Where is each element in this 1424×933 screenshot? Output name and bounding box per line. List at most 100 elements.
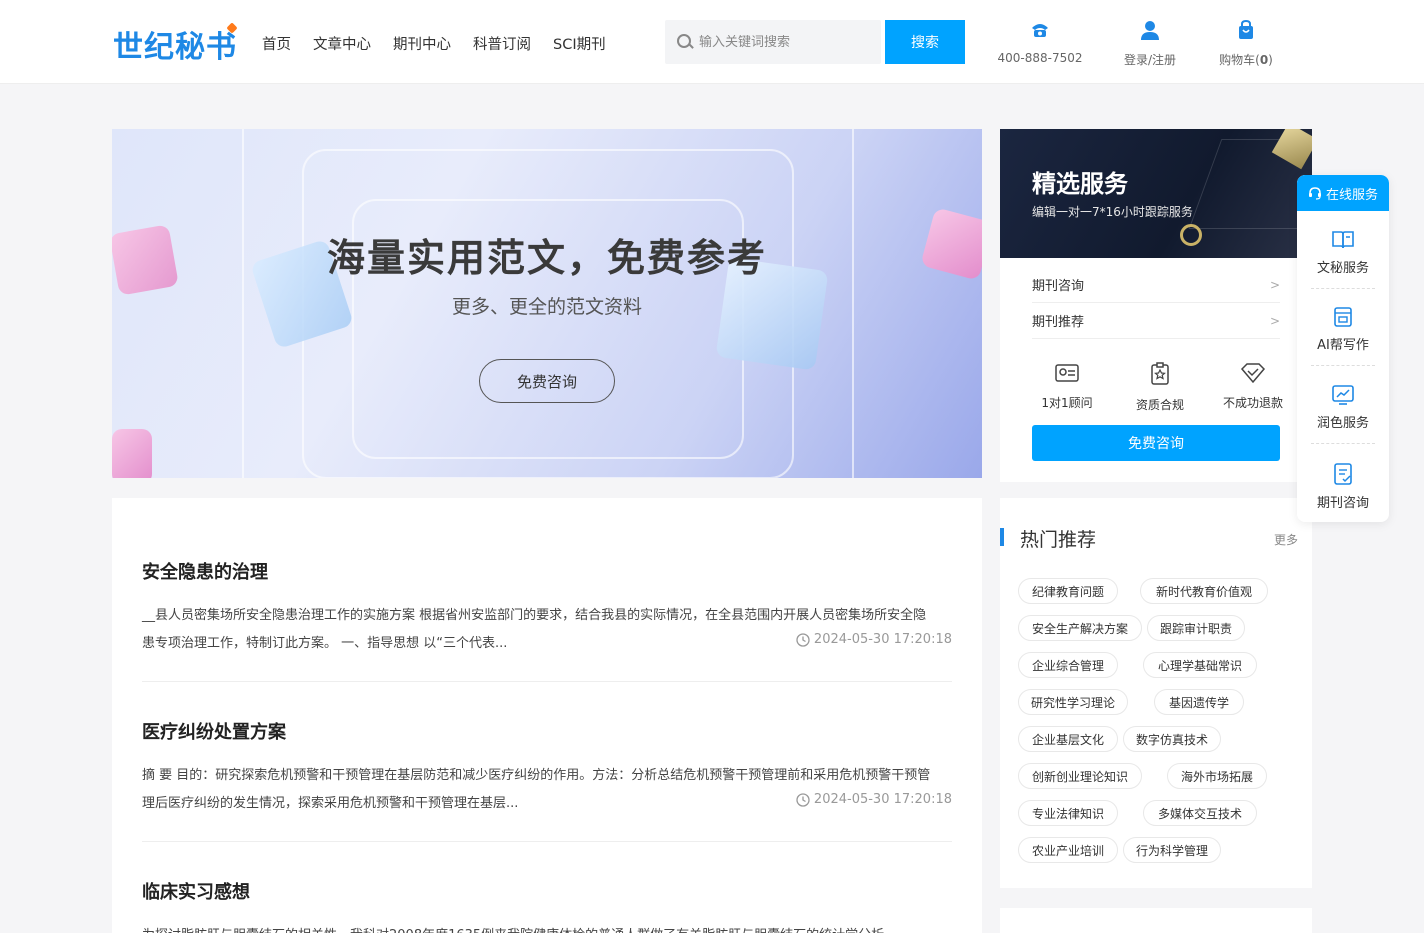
clock-icon <box>796 632 810 647</box>
site-logo[interactable]: 世纪秘书 <box>113 22 237 66</box>
tag[interactable]: 基因遗传学 <box>1154 689 1244 715</box>
service-features: 1对1顾问 资质合规 不成功退款 <box>1032 362 1288 413</box>
online-service-button[interactable]: 在线服务 <box>1297 175 1389 211</box>
banner-consult-button[interactable]: 免费咨询 <box>479 359 615 403</box>
certificate-icon <box>1151 362 1169 385</box>
checklist-icon <box>1334 463 1352 485</box>
chart-monitor-icon <box>1332 385 1354 405</box>
tag[interactable]: 企业综合管理 <box>1018 652 1118 678</box>
section-accent-bar <box>1000 528 1004 546</box>
float-divider <box>1311 288 1375 289</box>
hot-title: 热门推荐 <box>1020 529 1097 551</box>
nav-articles[interactable]: 文章中心 <box>313 33 371 54</box>
banner-title: 海量实用范文，免费参考 <box>326 236 767 280</box>
cart-count: 0 <box>1259 53 1269 67</box>
main-nav: 首页 文章中心 期刊中心 科普订阅 SCI期刊 <box>262 33 628 54</box>
service-header: 精选服务 编辑一对一7*16小时跟踪服务 <box>1000 129 1312 258</box>
chevron-right-icon: > <box>1269 313 1280 328</box>
tag[interactable]: 企业基层文化 <box>1018 726 1118 752</box>
feature-refund: 不成功退款 <box>1218 362 1288 413</box>
phone-icon <box>1032 24 1048 37</box>
headset-icon <box>1308 187 1321 200</box>
login-label: 登录/注册 <box>1123 53 1177 67</box>
article-item[interactable]: 临床实习感想 为探讨脂肪肝与胆囊结石的相关性，我科对2008年度1635例来我院… <box>142 878 952 933</box>
nav-sci[interactable]: SCI期刊 <box>553 33 606 54</box>
tag[interactable]: 跟踪审计职责 <box>1147 615 1245 641</box>
cart-label: 购物车(0) <box>1210 51 1282 68</box>
float-item-polish[interactable]: 润色服务 <box>1309 384 1377 431</box>
float-item-label: 文秘服务 <box>1316 261 1369 276</box>
article-title[interactable]: 临床实习感想 <box>142 878 952 904</box>
article-divider <box>142 841 952 842</box>
clock-icon <box>796 792 810 807</box>
diamond-check-icon <box>1240 363 1266 384</box>
feature-label: 不成功退款 <box>1222 396 1283 410</box>
header-login[interactable]: 登录/注册 <box>1112 20 1188 68</box>
float-item-label: 期刊咨询 <box>1316 496 1369 511</box>
user-icon <box>1141 21 1159 40</box>
search-icon <box>677 34 693 50</box>
article-title[interactable]: 医疗纠纷处置方案 <box>142 718 952 744</box>
article-title[interactable]: 安全隐患的治理 <box>142 558 952 584</box>
search-button[interactable]: 搜索 <box>885 20 965 64</box>
feature-compliance: 资质合规 <box>1125 362 1195 413</box>
tag[interactable]: 行为科学管理 <box>1123 837 1221 863</box>
article-excerpt: __县人员密集场所安全隐患治理工作的实施方案 根据省州安监部门的要求，结合我县的… <box>142 608 927 651</box>
service-link-label: 期刊咨询 <box>1032 279 1085 294</box>
cart-text-close: ) <box>1268 53 1273 67</box>
article-item[interactable]: 安全隐患的治理 __县人员密集场所安全隐患治理工作的实施方案 根据省州安监部门的… <box>142 558 952 658</box>
tag[interactable]: 安全生产解决方案 <box>1018 615 1142 641</box>
search-input[interactable] <box>699 34 869 50</box>
hot-recommendations: 热门推荐 更多 纪律教育问题 新时代教育价值观 安全生产解决方案 跟踪审计职责 … <box>1000 498 1312 888</box>
tag[interactable]: 纪律教育问题 <box>1018 578 1118 604</box>
float-divider <box>1311 365 1375 366</box>
nav-science[interactable]: 科普订阅 <box>473 33 531 54</box>
article-date: 2024-05-30 17:20:18 <box>796 792 952 807</box>
banner-subtitle: 更多、更全的范文资料 <box>451 296 642 318</box>
nav-home[interactable]: 首页 <box>262 33 291 54</box>
featured-service-panel: 精选服务 编辑一对一7*16小时跟踪服务 期刊咨询 > 期刊推荐 > 1对1顾问… <box>1000 129 1312 482</box>
tag[interactable]: 专业法律知识 <box>1018 800 1118 826</box>
service-title: 精选服务 <box>1032 170 1128 198</box>
article-excerpt: 为探讨脂肪肝与胆囊结石的相关性，我科对2008年度1635例来我院健康体检的普通… <box>142 922 952 933</box>
header-cart[interactable]: 购物车(0) <box>1210 19 1282 68</box>
cart-text: 购物车( <box>1219 53 1260 67</box>
article-item[interactable]: 医疗纠纷处置方案 摘 要 目的：研究探索危机预警和干预管理在基层防范和减少医疗纠… <box>142 718 952 818</box>
nav-journals[interactable]: 期刊中心 <box>393 33 451 54</box>
hot-more-link[interactable]: 更多 <box>1274 531 1298 548</box>
float-item-label: 润色服务 <box>1316 416 1369 431</box>
online-service-label: 在线服务 <box>1325 187 1378 203</box>
float-divider <box>1311 443 1375 444</box>
tag[interactable]: 数字仿真技术 <box>1123 726 1221 752</box>
book-icon <box>1332 231 1354 249</box>
id-card-icon <box>1055 364 1079 382</box>
tag[interactable]: 多媒体交互技术 <box>1143 800 1257 826</box>
banner-decor-cube <box>112 429 152 478</box>
phone-number: 400-888-7502 <box>997 51 1083 65</box>
site-header: 世纪秘书 首页 文章中心 期刊中心 科普订阅 SCI期刊 搜索 400-888-… <box>0 0 1424 84</box>
service-consult-button[interactable]: 免费咨询 <box>1032 425 1280 461</box>
float-item-label: AI帮写作 <box>1317 338 1369 353</box>
chevron-right-icon: > <box>1269 277 1280 292</box>
tag[interactable]: 新时代教育价值观 <box>1140 578 1268 604</box>
float-item-ai-writing[interactable]: AI帮写作 <box>1309 306 1377 353</box>
service-link-journal-consult[interactable]: 期刊咨询 > <box>1032 267 1280 303</box>
tag[interactable]: 研究性学习理论 <box>1018 689 1128 715</box>
tag[interactable]: 农业产业培训 <box>1018 837 1118 863</box>
article-divider <box>142 681 952 682</box>
article-date: 2024-05-30 17:20:18 <box>796 632 952 647</box>
service-link-label: 期刊推荐 <box>1032 315 1085 330</box>
tag[interactable]: 海外市场拓展 <box>1167 763 1267 789</box>
service-decor <box>1180 224 1202 246</box>
article-excerpt: 摘 要 目的：研究探索危机预警和干预管理在基层防范和减少医疗纠纷的作用。方法：分… <box>142 768 931 811</box>
feature-label: 1对1顾问 <box>1041 396 1093 410</box>
shopping-bag-icon <box>1239 19 1253 39</box>
tag[interactable]: 创新创业理论知识 <box>1018 763 1142 789</box>
service-link-journal-recommend[interactable]: 期刊推荐 > <box>1032 303 1280 339</box>
document-edit-icon <box>1334 307 1352 327</box>
header-phone[interactable]: 400-888-7502 <box>996 20 1084 65</box>
float-item-journal-consult[interactable]: 期刊咨询 <box>1309 462 1377 511</box>
tag[interactable]: 心理学基础常识 <box>1143 652 1257 678</box>
feature-advisor: 1对1顾问 <box>1032 362 1102 413</box>
float-item-secretary[interactable]: 文秘服务 <box>1309 229 1377 276</box>
